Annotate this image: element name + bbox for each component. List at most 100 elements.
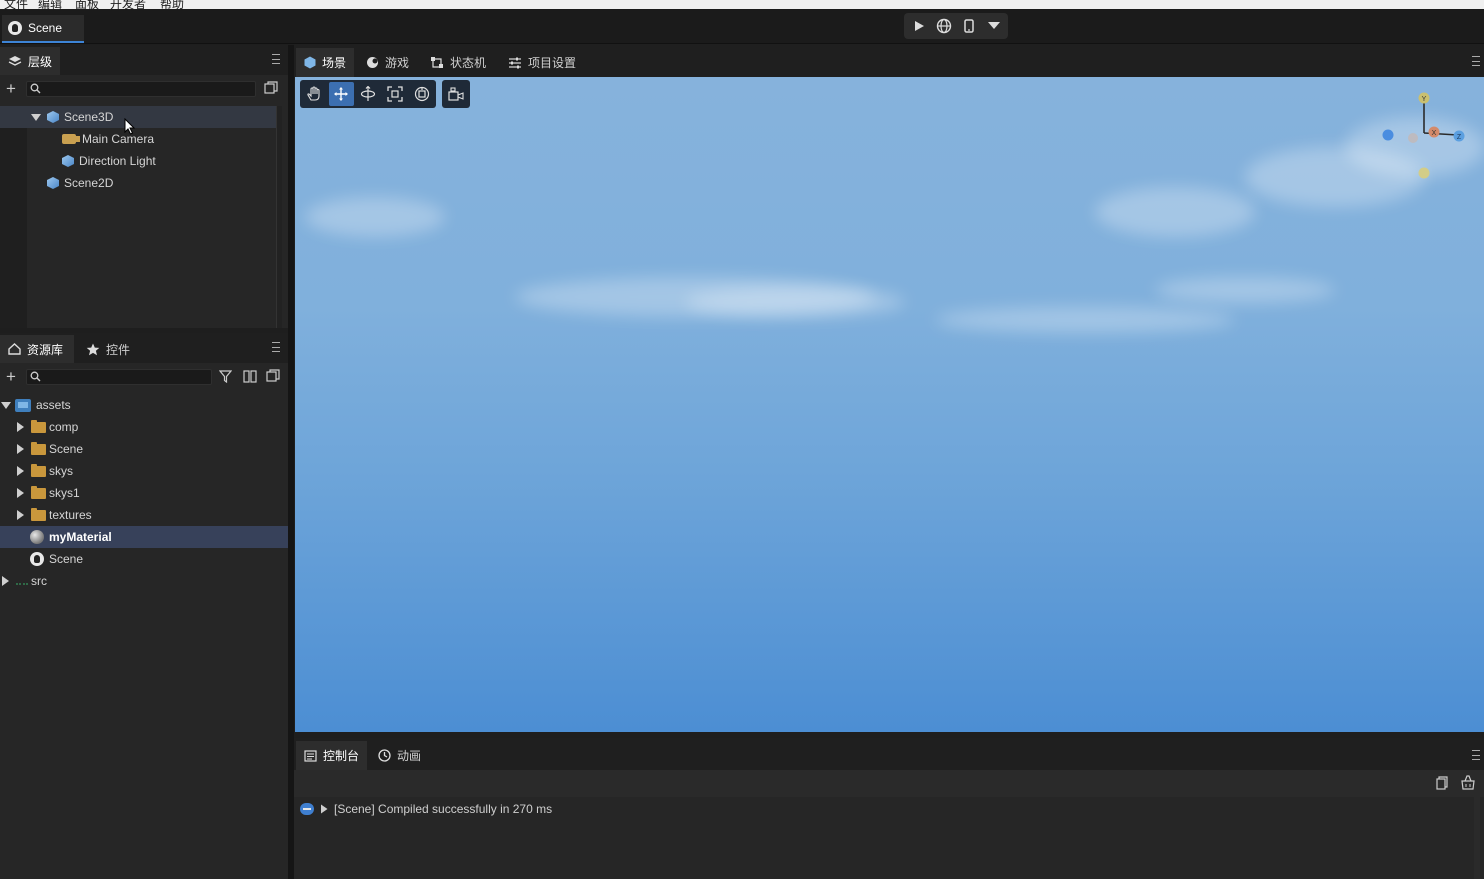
menu-panel[interactable]: 面板 (75, 0, 99, 9)
gizmo-z-label: Z (1457, 134, 1462, 141)
tab-assets[interactable]: 资源库 (0, 335, 74, 363)
tab-console[interactable]: 控制台 (296, 741, 368, 770)
cube-icon (47, 177, 59, 189)
mobile-icon[interactable] (958, 15, 979, 37)
asset-mymaterial[interactable]: myMaterial (0, 526, 288, 548)
material-icon (30, 530, 44, 544)
game-icon (367, 57, 378, 68)
collapsed-arrow-icon[interactable] (2, 576, 9, 586)
asset-src[interactable]: src (0, 570, 288, 592)
animation-icon (378, 749, 391, 762)
camera-icon (62, 134, 80, 144)
cube-icon (47, 111, 59, 123)
document-tab-scene[interactable]: Scene (2, 15, 84, 43)
src-icon (16, 577, 28, 585)
document-tab-label: Scene (28, 21, 63, 35)
tree-node-label: Direction Light (79, 154, 156, 168)
scene-logo-icon (8, 21, 22, 35)
console-toolbar (294, 770, 1484, 797)
move-icon[interactable] (328, 82, 354, 106)
tab-project-settings[interactable]: 项目设置 (500, 48, 584, 77)
copy-icon[interactable] (1436, 776, 1448, 793)
tab-animation-label: 动画 (397, 749, 422, 763)
asset-folder-skys1[interactable]: skys1 (0, 482, 288, 504)
asset-folder-textures[interactable]: textures (0, 504, 288, 526)
assets-search-input[interactable] (43, 370, 207, 384)
hierarchy-menu-icon[interactable] (272, 54, 280, 64)
tab-game[interactable]: 游戏 (358, 48, 417, 77)
collapsed-arrow-icon[interactable] (17, 444, 24, 454)
layers-icon (8, 56, 22, 66)
clear-console-icon[interactable] (1460, 775, 1476, 793)
tab-hierarchy[interactable]: 层级 (0, 47, 60, 75)
tab-animation[interactable]: 动画 (370, 741, 429, 770)
asset-label: src (31, 574, 47, 588)
dropdown-arrow-icon[interactable] (983, 15, 1004, 37)
menu-edit[interactable]: 编辑 (38, 0, 62, 9)
console-log-text: [Scene] Compiled successfully in 270 ms (334, 802, 553, 816)
scale-icon[interactable] (382, 82, 407, 106)
collapse-all-icon[interactable] (266, 369, 280, 386)
add-asset-button[interactable]: + (6, 368, 16, 386)
menu-developer[interactable]: 开发者 (110, 0, 146, 9)
tab-widgets[interactable]: 控件 (78, 335, 138, 363)
assets-menu-icon[interactable] (272, 342, 280, 352)
tree-node-scene2d[interactable]: Scene2D (0, 172, 288, 194)
viewport-menu-icon[interactable] (1472, 56, 1480, 66)
collapsed-arrow-icon[interactable] (17, 510, 24, 520)
console-log-entry[interactable]: [Scene] Compiled successfully in 270 ms (300, 802, 552, 816)
menu-file[interactable]: 文件 (4, 0, 28, 9)
console-menu-icon[interactable] (1472, 750, 1480, 760)
orientation-gizmo[interactable]: Y X Z (1380, 89, 1470, 185)
expand-arrow-icon[interactable] (31, 113, 41, 121)
view-options-button[interactable] (442, 80, 470, 108)
tab-console-label: 控制台 (323, 749, 360, 763)
tree-node-direction-light[interactable]: Direction Light (0, 150, 288, 172)
transform-icon[interactable] (409, 82, 434, 106)
tab-widgets-label: 控件 (106, 342, 131, 357)
play-icon[interactable] (908, 15, 929, 37)
hierarchy-search[interactable] (26, 81, 256, 97)
collapsed-arrow-icon[interactable] (17, 466, 24, 476)
assets-toolbar: + (0, 366, 288, 390)
menu-help[interactable]: 帮助 (160, 0, 184, 9)
collapsed-arrow-icon[interactable] (17, 422, 24, 432)
settings-sliders-icon (509, 57, 521, 68)
collapse-all-icon[interactable] (264, 81, 278, 98)
folder-icon (31, 507, 46, 521)
asset-folder-scene[interactable]: Scene (0, 438, 288, 460)
expand-log-icon[interactable] (320, 804, 328, 814)
add-node-button[interactable]: + (6, 80, 16, 98)
tab-state-machine-label: 状态机 (450, 56, 487, 70)
expand-arrow-icon[interactable] (1, 401, 11, 409)
tree-node-label: Scene2D (64, 176, 114, 190)
home-icon (8, 343, 21, 355)
hierarchy-search-input[interactable] (43, 82, 251, 96)
collapsed-arrow-icon[interactable] (17, 488, 24, 498)
asset-scene-file[interactable]: Scene (0, 548, 288, 570)
gizmo-y-label: Y (1422, 96, 1427, 103)
viewport-tab-bar: 场景 游戏 状态机 项目设置 (294, 44, 1484, 77)
asset-label: Scene (49, 552, 84, 566)
tab-state-machine[interactable]: 状态机 (422, 48, 494, 77)
cube-icon (62, 155, 74, 167)
assets-search[interactable] (26, 369, 212, 385)
asset-folder-comp[interactable]: comp (0, 416, 288, 438)
asset-folder-skys[interactable]: skys (0, 460, 288, 482)
asset-assets[interactable]: assets (0, 394, 288, 416)
console-scrollbar[interactable] (1474, 797, 1480, 879)
hierarchy-toolbar: + (0, 78, 288, 102)
rotate-icon[interactable] (356, 82, 381, 106)
split-view-icon[interactable] (243, 370, 257, 386)
hand-icon[interactable] (302, 82, 327, 106)
assets-panel: 资源库 控件 + assets comp Scene skys skys1 te… (0, 333, 288, 879)
tree-node-main-camera[interactable]: Main Camera (0, 128, 288, 150)
globe-icon[interactable] (933, 15, 954, 37)
scene-viewport[interactable]: Y X Z (295, 77, 1484, 732)
tree-node-label: Main Camera (82, 132, 155, 146)
filter-icon[interactable] (218, 370, 233, 386)
tab-scene[interactable]: 场景 (296, 48, 355, 77)
folder-icon (31, 485, 46, 499)
hierarchy-panel: 层级 + Scene3D Main Camera Direction Light (0, 45, 288, 328)
tree-node-scene3d[interactable]: Scene3D (0, 106, 276, 128)
